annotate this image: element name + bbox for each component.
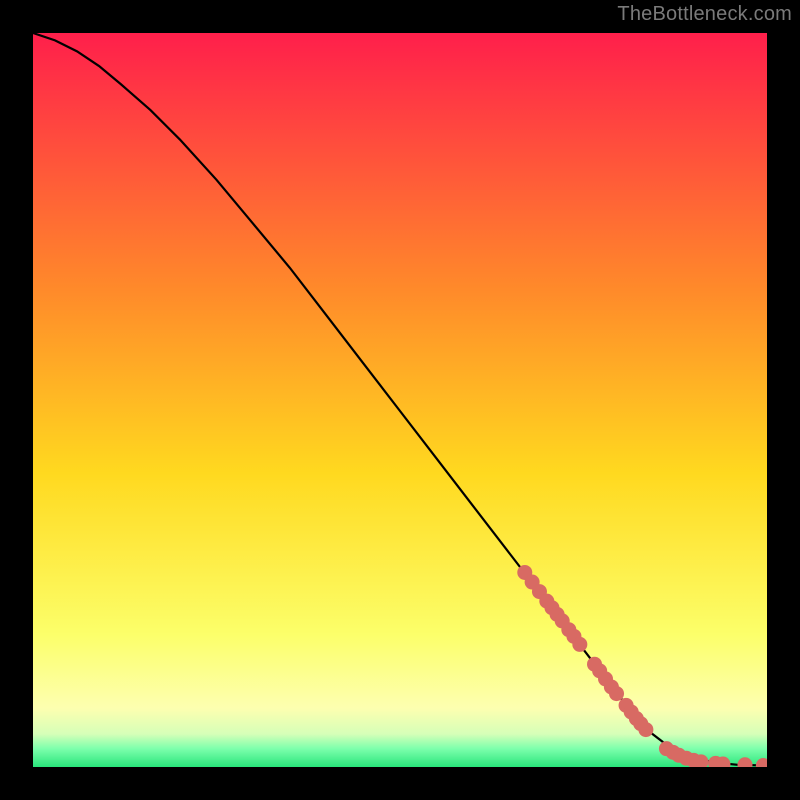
data-marker (609, 686, 624, 701)
plot-area (33, 33, 767, 767)
chart-svg (33, 33, 767, 767)
watermark-text: TheBottleneck.com (617, 3, 792, 26)
chart-frame: TheBottleneck.com (0, 0, 800, 800)
data-marker (638, 722, 653, 737)
gradient-background (33, 33, 767, 767)
data-marker (572, 637, 587, 652)
